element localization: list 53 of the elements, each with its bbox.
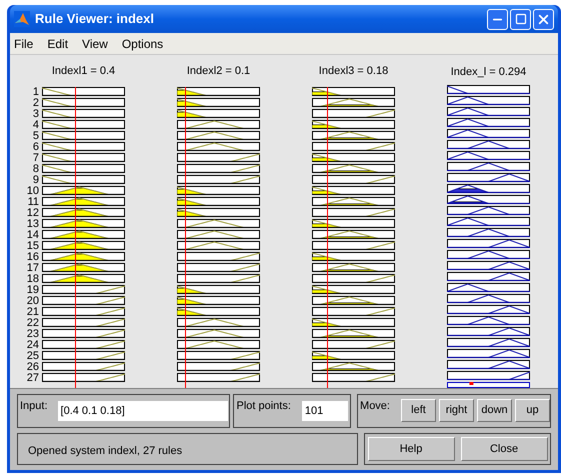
maximize-button[interactable] bbox=[510, 8, 531, 30]
rule-number: 23 bbox=[26, 329, 39, 340]
move-button[interactable]: up bbox=[515, 399, 550, 422]
maximize-icon bbox=[514, 13, 526, 25]
move-label: Move: bbox=[360, 399, 390, 414]
menu-item[interactable]: View bbox=[82, 34, 108, 52]
plot-points-field[interactable]: 101 bbox=[302, 401, 348, 421]
rule-number: 10 bbox=[26, 186, 39, 197]
rule-number: 7 bbox=[32, 153, 39, 164]
move-button[interactable]: left bbox=[401, 399, 436, 422]
rule-number: 11 bbox=[28, 197, 39, 208]
input-field[interactable]: [0.4 0.1 0.18] bbox=[58, 401, 228, 421]
rule-number: 5 bbox=[32, 131, 39, 142]
rule-number: 17 bbox=[26, 263, 39, 274]
rule-number: 12 bbox=[26, 208, 39, 219]
rule-number: 27 bbox=[26, 373, 39, 384]
rule-number: 24 bbox=[26, 340, 39, 351]
dialog-button[interactable]: Close bbox=[460, 437, 548, 461]
status-message: Opened system indexl, 27 rules bbox=[28, 445, 182, 457]
rule-number: 22 bbox=[26, 318, 39, 329]
menu-item[interactable]: Options bbox=[122, 34, 164, 52]
variable-label: Indexl2 = 0.1 bbox=[186, 64, 250, 79]
rule-number: 4 bbox=[32, 120, 39, 131]
close-button[interactable] bbox=[533, 8, 554, 30]
minimize-button[interactable] bbox=[487, 8, 508, 30]
rule-number: 1 bbox=[32, 87, 39, 98]
rule-number: 19 bbox=[26, 285, 39, 296]
variable-label: Indexl1 = 0.4 bbox=[52, 64, 116, 79]
menu-item[interactable]: File bbox=[14, 34, 34, 52]
variable-label: Indexl3 = 0.18 bbox=[318, 64, 388, 79]
rule-number: 9 bbox=[32, 175, 39, 186]
rule-number: 25 bbox=[26, 351, 39, 362]
app-logo-icon bbox=[14, 11, 30, 27]
rule-number: 3 bbox=[32, 109, 39, 120]
rule-number: 20 bbox=[26, 296, 39, 307]
rule-number: 16 bbox=[26, 252, 39, 263]
menu-item[interactable]: Edit bbox=[47, 34, 68, 52]
rule-number: 26 bbox=[26, 362, 39, 373]
rule-number: 18 bbox=[26, 274, 39, 285]
window-title: Rule Viewer: indexl bbox=[35, 10, 154, 28]
rule-number: 15 bbox=[26, 241, 39, 252]
rule-number: 8 bbox=[32, 164, 39, 175]
rule-number: 13 bbox=[26, 219, 39, 230]
rule-number: 6 bbox=[32, 142, 39, 153]
input-label: Input: bbox=[20, 399, 48, 414]
plot-points-label: Plot points: bbox=[236, 399, 291, 414]
rule-number: 2 bbox=[32, 98, 39, 109]
move-button[interactable]: down bbox=[477, 399, 512, 422]
variable-label: Index_l = 0.294 bbox=[450, 64, 526, 80]
rule-number: 14 bbox=[26, 230, 39, 241]
dialog-button[interactable]: Help bbox=[368, 437, 454, 461]
move-button[interactable]: right bbox=[439, 399, 474, 422]
rule-number: 21 bbox=[26, 307, 39, 318]
